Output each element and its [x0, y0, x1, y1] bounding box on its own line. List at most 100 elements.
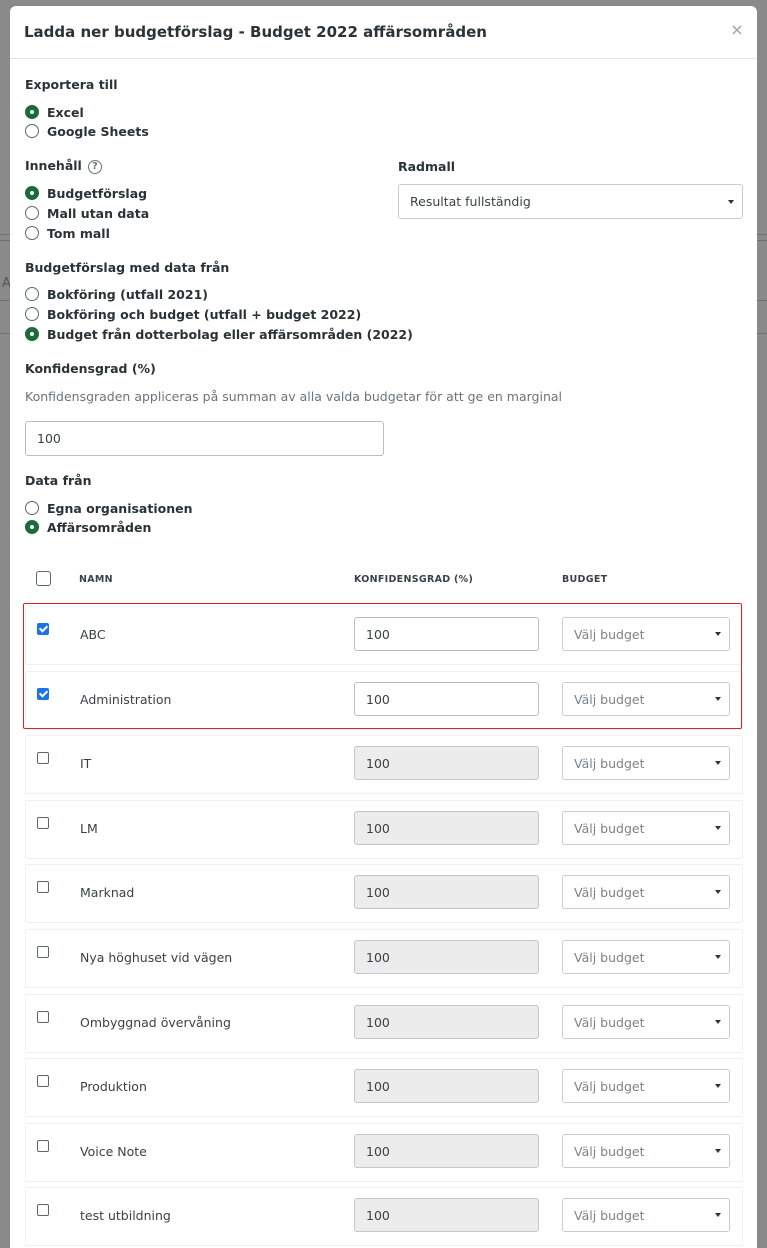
chevron-down-icon — [715, 1020, 721, 1024]
content-option-template-no-data[interactable]: Mall utan data — [25, 204, 149, 222]
radio-label: Egna organisationen — [47, 500, 193, 516]
table-row: Ombyggnad övervåning 100 Välj budget — [25, 994, 743, 1053]
source-option-subsidiaries[interactable]: Budget från dotterbolag eller affärsområ… — [25, 325, 413, 343]
column-header-budget: BUDGET — [562, 574, 608, 585]
confidence-description: Konfidensgraden appliceras på summan av … — [25, 389, 563, 404]
radio-template-no-data[interactable] — [25, 206, 39, 220]
chevron-down-icon — [728, 199, 734, 204]
radio-excel[interactable] — [25, 105, 39, 119]
row-budget-select[interactable]: Välj budget — [562, 875, 730, 909]
row-confidence-value: 100 — [366, 1014, 390, 1030]
row-confidence-input[interactable]: 100 — [354, 811, 539, 845]
radio-business-areas[interactable] — [25, 520, 39, 534]
row-budget-placeholder: Välj budget — [574, 755, 645, 771]
help-icon[interactable]: ? — [87, 159, 102, 174]
row-confidence-input[interactable]: 100 — [354, 875, 539, 909]
row-budget-select[interactable]: Välj budget — [562, 1134, 730, 1168]
row-checkbox[interactable] — [37, 881, 49, 893]
row-checkbox[interactable] — [37, 1011, 49, 1023]
row-name: Voice Note — [80, 1144, 147, 1159]
row-budget-select[interactable]: Välj budget — [562, 1069, 730, 1103]
content-label: Innehåll? — [25, 158, 102, 174]
radio-budget-proposal[interactable] — [25, 186, 39, 200]
row-budget-placeholder: Välj budget — [574, 820, 645, 836]
row-template-select[interactable]: Resultat fullständig — [398, 184, 743, 219]
export-label: Exportera till — [25, 77, 118, 92]
row-confidence-value: 100 — [366, 820, 390, 836]
row-budget-placeholder: Välj budget — [574, 1143, 645, 1159]
chevron-down-icon — [715, 761, 721, 765]
content-option-budget-proposal[interactable]: Budgetförslag — [25, 184, 147, 202]
row-confidence-input[interactable]: 100 — [354, 1005, 539, 1039]
row-budget-placeholder: Välj budget — [574, 1014, 645, 1030]
chevron-down-icon — [715, 1149, 721, 1153]
table-row: test utbildning 100 Välj budget — [25, 1187, 743, 1246]
source-option-accounting-and-budget[interactable]: Bokföring och budget (utfall + budget 20… — [25, 305, 361, 323]
dialog-header: Ladda ner budgetförslag - Budget 2022 af… — [10, 6, 757, 59]
export-option-google-sheets[interactable]: Google Sheets — [25, 122, 149, 140]
chevron-down-icon — [715, 826, 721, 830]
row-budget-select[interactable]: Välj budget — [562, 746, 730, 780]
content-option-empty-template[interactable]: Tom mall — [25, 224, 110, 242]
row-template-value: Resultat fullständig — [410, 194, 531, 209]
row-budget-select[interactable]: Välj budget — [562, 811, 730, 845]
row-confidence-value: 100 — [366, 884, 390, 900]
row-checkbox[interactable] — [37, 1204, 49, 1216]
row-name: Ombyggnad övervåning — [80, 1015, 231, 1030]
radio-google-sheets[interactable] — [25, 124, 39, 138]
content-label-text: Innehåll — [25, 158, 82, 173]
table-row: IT 100 Välj budget — [25, 735, 743, 794]
table-row: LM 100 Välj budget — [25, 800, 743, 859]
data-from-option-own-org[interactable]: Egna organisationen — [25, 499, 193, 517]
radio-label: Budget från dotterbolag eller affärsområ… — [47, 326, 413, 342]
column-header-name: NAMN — [79, 574, 113, 585]
radio-accounting[interactable] — [25, 287, 39, 301]
radio-own-organisation[interactable] — [25, 501, 39, 515]
row-confidence-value: 100 — [366, 1078, 390, 1094]
chevron-down-icon — [715, 955, 721, 959]
row-name: test utbildning — [80, 1208, 171, 1223]
radio-subsidiaries[interactable] — [25, 327, 39, 341]
chevron-down-icon — [715, 1213, 721, 1217]
row-budget-select[interactable]: Välj budget — [562, 1198, 730, 1232]
radio-empty-template[interactable] — [25, 226, 39, 240]
row-checkbox[interactable] — [37, 752, 49, 764]
radio-label: Budgetförslag — [47, 185, 148, 201]
row-name: Nya höghuset vid vägen — [80, 950, 233, 965]
row-confidence-input[interactable]: 100 — [354, 1134, 539, 1168]
close-icon[interactable]: × — [729, 20, 745, 40]
column-header-confidence: KONFIDENSGRAD (%) — [354, 574, 474, 585]
row-confidence-value: 100 — [366, 1207, 390, 1223]
row-confidence-input[interactable]: 100 — [354, 1069, 539, 1103]
source-option-accounting[interactable]: Bokföring (utfall 2021) — [25, 285, 208, 303]
select-all-checkbox[interactable] — [36, 571, 51, 586]
table-row: Nya höghuset vid vägen 100 Välj budget — [25, 929, 743, 988]
chevron-down-icon — [715, 890, 721, 894]
radio-label: Tom mall — [47, 225, 110, 241]
budget-source-label: Budgetförslag med data från — [25, 260, 230, 275]
selection-highlight — [23, 603, 742, 729]
row-name: IT — [80, 756, 92, 771]
row-checkbox[interactable] — [37, 946, 49, 958]
confidence-input[interactable]: 100 — [25, 421, 384, 456]
export-option-excel[interactable]: Excel — [25, 103, 84, 121]
row-confidence-value: 100 — [366, 949, 390, 965]
row-name: Produktion — [80, 1079, 147, 1094]
row-budget-placeholder: Välj budget — [574, 1207, 645, 1223]
radio-accounting-and-budget[interactable] — [25, 307, 39, 321]
row-confidence-input[interactable]: 100 — [354, 746, 539, 780]
radio-label: Affärsområden — [47, 519, 152, 535]
row-budget-select[interactable]: Välj budget — [562, 1005, 730, 1039]
row-checkbox[interactable] — [37, 817, 49, 829]
row-checkbox[interactable] — [37, 1075, 49, 1087]
data-from-label: Data från — [25, 473, 92, 488]
row-budget-select[interactable]: Välj budget — [562, 940, 730, 974]
radio-label: Mall utan data — [47, 205, 150, 221]
data-from-option-business-areas[interactable]: Affärsområden — [25, 518, 151, 536]
row-confidence-input[interactable]: 100 — [354, 940, 539, 974]
confidence-label: Konfidensgrad (%) — [25, 361, 156, 376]
row-confidence-input[interactable]: 100 — [354, 1198, 539, 1232]
table-row: Marknad 100 Välj budget — [25, 864, 743, 923]
radio-label: Google Sheets — [47, 123, 149, 139]
row-checkbox[interactable] — [37, 1140, 49, 1152]
